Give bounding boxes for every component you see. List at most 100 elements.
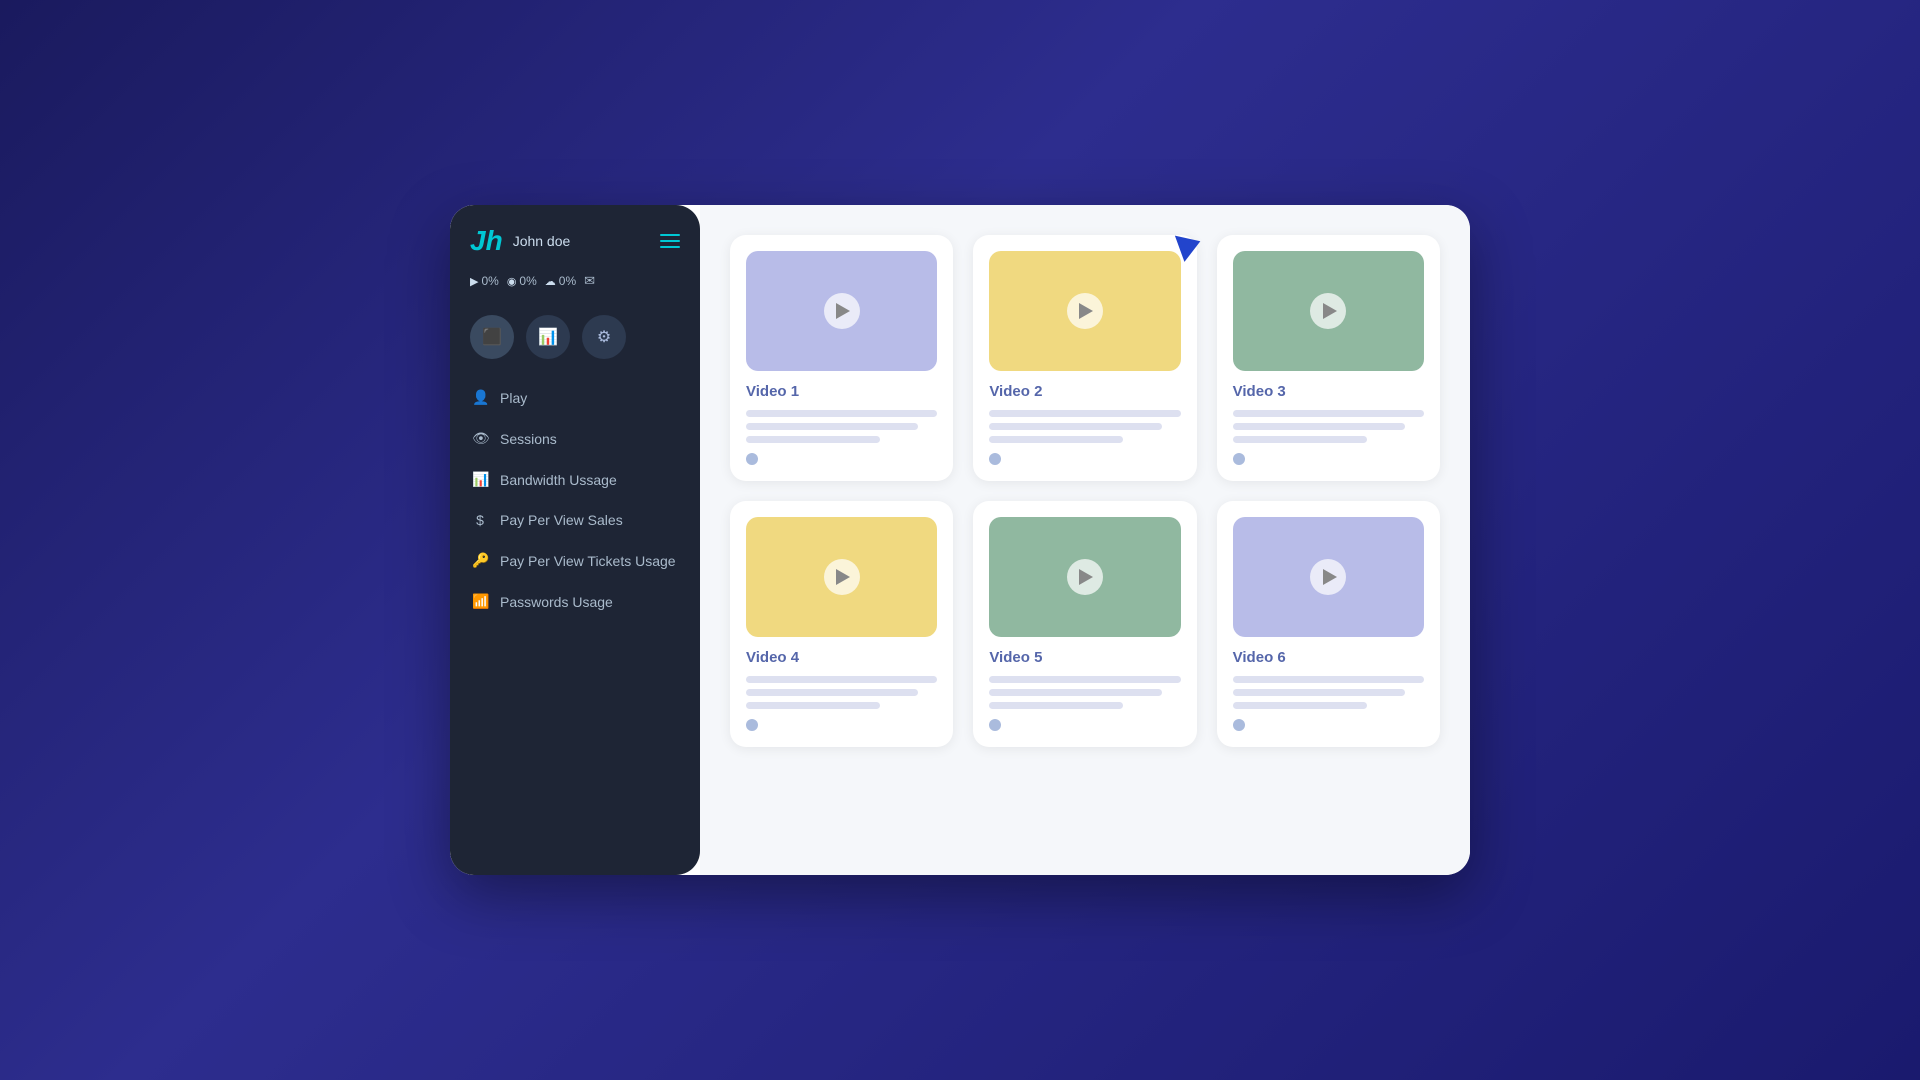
video-title-1: Video 1 [746, 383, 937, 400]
video-card-2[interactable]: Video 2 [973, 235, 1196, 481]
sidebar-nav: 👤 Play 👁 Sessions 📊 Bandwidth Ussage $ P… [450, 379, 700, 620]
play-triangle-icon [836, 569, 850, 585]
sidebar-item-bandwidth[interactable]: 📊 Bandwidth Ussage [460, 461, 690, 498]
cloud-stat-value: 0% [559, 274, 576, 288]
play-triangle-icon [836, 303, 850, 319]
sidebar-item-passwords-usage[interactable]: 📶 Passwords Usage [460, 583, 690, 620]
play-button-4[interactable] [824, 559, 860, 595]
stat-record: ◉ 0% [507, 274, 537, 288]
video-title-5: Video 5 [989, 649, 1180, 666]
video-thumbnail-2 [989, 251, 1180, 371]
cursor-arrow [1175, 228, 1205, 262]
sidebar-item-bandwidth-label: Bandwidth Ussage [500, 472, 617, 488]
main-content: Video 1 Video 2 [700, 205, 1470, 875]
video-line-2a [989, 410, 1180, 417]
sessions-nav-icon: 👁 [472, 430, 488, 447]
video-line-6b [1233, 689, 1405, 696]
sidebar-item-sessions-label: Sessions [500, 431, 557, 447]
play-triangle-icon [1079, 303, 1093, 319]
video-line-4b [746, 689, 918, 696]
video-title-3: Video 3 [1233, 383, 1424, 400]
stat-play: ▶ 0% [470, 274, 499, 288]
video-thumbnail-3 [1233, 251, 1424, 371]
sidebar-item-ppv-sales[interactable]: $ Pay Per View Sales [460, 502, 690, 538]
video-line-6c [1233, 702, 1367, 709]
video-line-3c [1233, 436, 1367, 443]
chart-icon-btn[interactable]: 📊 [526, 315, 570, 359]
sidebar-item-ppv-tickets-label: Pay Per View Tickets Usage [500, 553, 676, 569]
video-dot-6 [1233, 719, 1245, 731]
play-triangle-icon [1323, 303, 1337, 319]
video-line-6a [1233, 676, 1424, 683]
play-triangle-icon [1079, 569, 1093, 585]
video-card-1[interactable]: Video 1 [730, 235, 953, 481]
sidebar-item-ppv-sales-label: Pay Per View Sales [500, 512, 623, 528]
play-button-5[interactable] [1067, 559, 1103, 595]
video-thumbnail-4 [746, 517, 937, 637]
play-button-6[interactable] [1310, 559, 1346, 595]
video-line-5a [989, 676, 1180, 683]
video-thumbnail-5 [989, 517, 1180, 637]
video-card-4[interactable]: Video 4 [730, 501, 953, 747]
record-stat-icon: ◉ [507, 275, 517, 288]
sidebar-item-play[interactable]: 👤 Play [460, 379, 690, 416]
video-line-5b [989, 689, 1161, 696]
monitor-icon: ⬛ [482, 327, 502, 347]
gear-icon: ⚙ [597, 327, 611, 347]
video-card-3[interactable]: Video 3 [1217, 235, 1440, 481]
video-line-1c [746, 436, 880, 443]
video-line-1a [746, 410, 937, 417]
sidebar-item-ppv-tickets[interactable]: 🔑 Pay Per View Tickets Usage [460, 542, 690, 579]
play-stat-value: 0% [481, 274, 498, 288]
passwords-nav-icon: 📶 [472, 593, 488, 610]
chart-icon: 📊 [538, 327, 558, 347]
play-triangle-icon [1323, 569, 1337, 585]
user-name: John doe [513, 233, 571, 249]
video-line-5c [989, 702, 1123, 709]
sidebar-logo: Jh John doe [470, 225, 570, 257]
stat-cloud: ☁ 0% [545, 274, 576, 288]
app-container: Jh John doe ▶ 0% ◉ 0% ☁ 0% ✉ [450, 205, 1470, 875]
sidebar-item-play-label: Play [500, 390, 527, 406]
ppv-tickets-nav-icon: 🔑 [472, 552, 488, 569]
sidebar-header: Jh John doe [450, 225, 700, 267]
video-title-2: Video 2 [989, 383, 1180, 400]
video-title-6: Video 6 [1233, 649, 1424, 666]
mail-icon: ✉ [584, 273, 595, 289]
record-stat-value: 0% [519, 274, 536, 288]
video-dot-5 [989, 719, 1001, 731]
sidebar-item-sessions[interactable]: 👁 Sessions [460, 420, 690, 457]
monitor-icon-btn[interactable]: ⬛ [470, 315, 514, 359]
video-grid: Video 1 Video 2 [730, 235, 1440, 747]
video-line-4a [746, 676, 937, 683]
play-button-2[interactable] [1067, 293, 1103, 329]
play-button-3[interactable] [1310, 293, 1346, 329]
video-card-6[interactable]: Video 6 [1217, 501, 1440, 747]
sidebar: Jh John doe ▶ 0% ◉ 0% ☁ 0% ✉ [450, 205, 700, 875]
video-dot-2 [989, 453, 1001, 465]
logo-text: Jh [470, 225, 503, 257]
video-card-5[interactable]: Video 5 [973, 501, 1196, 747]
play-nav-icon: 👤 [472, 389, 488, 406]
video-line-3a [1233, 410, 1424, 417]
video-thumbnail-1 [746, 251, 937, 371]
video-line-2c [989, 436, 1123, 443]
cloud-stat-icon: ☁ [545, 275, 556, 288]
sidebar-item-passwords-usage-label: Passwords Usage [500, 594, 613, 610]
video-title-4: Video 4 [746, 649, 937, 666]
ppv-sales-nav-icon: $ [472, 512, 488, 528]
sidebar-icon-buttons: ⬛ 📊 ⚙ [450, 305, 700, 379]
hamburger-menu-icon[interactable] [660, 234, 680, 248]
play-button-1[interactable] [824, 293, 860, 329]
video-thumbnail-6 [1233, 517, 1424, 637]
video-dot-1 [746, 453, 758, 465]
bandwidth-nav-icon: 📊 [472, 471, 488, 488]
video-dot-3 [1233, 453, 1245, 465]
video-dot-4 [746, 719, 758, 731]
sidebar-stats: ▶ 0% ◉ 0% ☁ 0% ✉ [450, 267, 700, 305]
play-stat-icon: ▶ [470, 275, 478, 288]
video-line-4c [746, 702, 880, 709]
video-line-1b [746, 423, 918, 430]
settings-icon-btn[interactable]: ⚙ [582, 315, 626, 359]
video-line-3b [1233, 423, 1405, 430]
